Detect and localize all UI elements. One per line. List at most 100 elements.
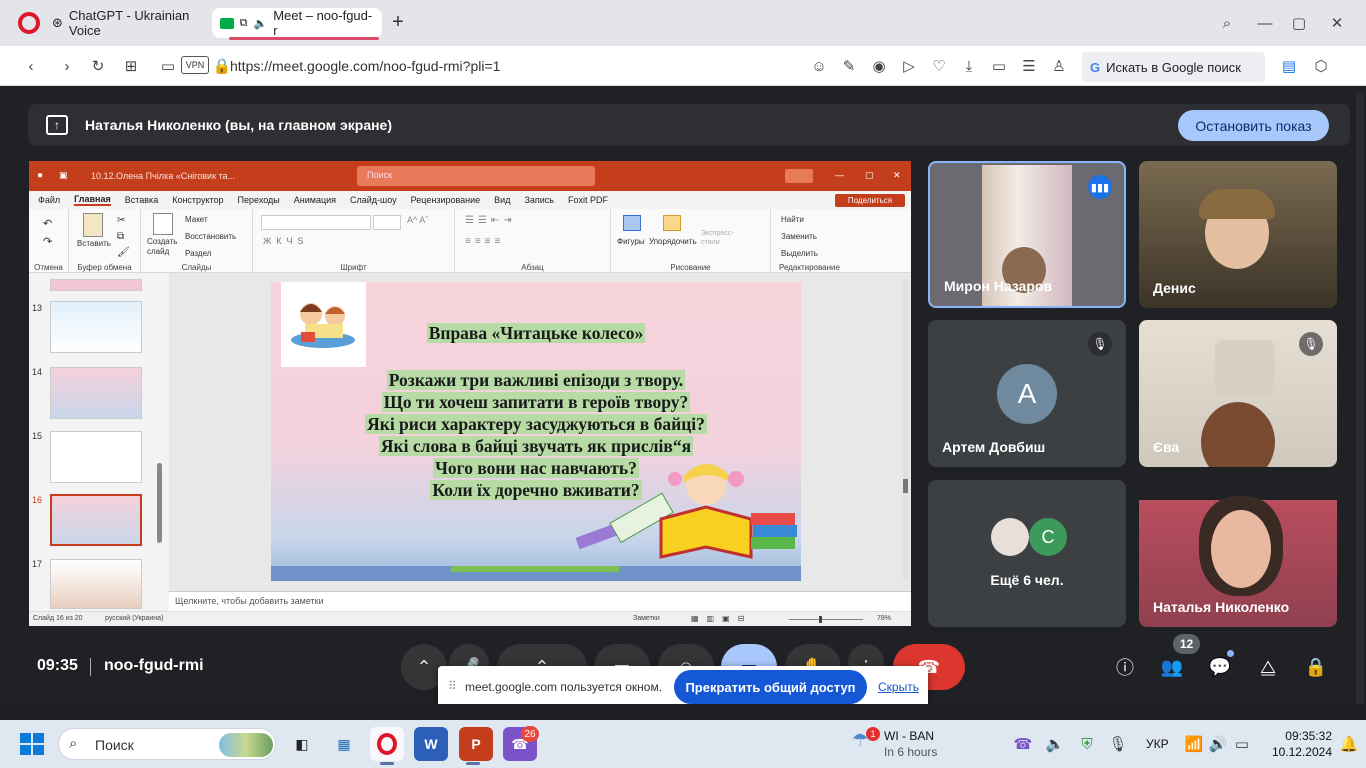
- task-view-icon[interactable]: ◧: [285, 727, 319, 761]
- slide-16[interactable]: Вправа «Читацьке колесо» Розкажи три важ…: [271, 282, 801, 581]
- ms-store-icon[interactable]: ▦: [327, 727, 361, 761]
- url-field[interactable]: https://meet.google.com/noo-fgud-rmi?pli…: [230, 54, 610, 78]
- minimize-icon[interactable]: —: [1254, 12, 1276, 34]
- weather-title[interactable]: WI - BAN: [884, 729, 934, 743]
- google-search-box[interactable]: G Искать в Google поиск: [1082, 52, 1265, 82]
- menu-animation[interactable]: Анимация: [294, 195, 336, 205]
- express-label[interactable]: Экспресс-стили: [701, 229, 735, 247]
- thumb-15[interactable]: [50, 431, 142, 483]
- chat-icon[interactable]: 💬: [1209, 656, 1231, 678]
- ppt-save-icon[interactable]: ▣: [59, 170, 68, 181]
- font-size-field[interactable]: [373, 215, 401, 230]
- heart-icon[interactable]: ♡: [928, 55, 950, 77]
- reload-icon[interactable]: ↻: [87, 55, 109, 77]
- menu-foxit[interactable]: Foxit PDF: [568, 195, 608, 205]
- paste-label[interactable]: Вставить: [77, 239, 111, 248]
- menu-design[interactable]: Конструктор: [172, 195, 223, 205]
- ppt-maximize-icon[interactable]: ▢: [865, 170, 874, 181]
- snapshot-icon[interactable]: ◉: [868, 55, 890, 77]
- word-icon[interactable]: W: [414, 727, 448, 761]
- redo-icon[interactable]: ↷: [43, 235, 52, 248]
- tab-chatgpt[interactable]: ⊛ ChatGPT - Ukrainian Voice: [44, 8, 210, 38]
- ppt-autosave-icon[interactable]: ●: [37, 170, 43, 181]
- opera-logo-icon[interactable]: [18, 12, 40, 34]
- player-icon[interactable]: ▷: [898, 55, 920, 77]
- zoom-slider[interactable]: [789, 619, 863, 620]
- thumb-16-selected[interactable]: [50, 494, 142, 546]
- vpn-badge[interactable]: VPN: [181, 56, 209, 74]
- font-name-field[interactable]: [261, 215, 371, 230]
- tile-artem[interactable]: 🎙 A Артем Довбиш: [928, 320, 1126, 467]
- thumb-14[interactable]: [50, 367, 142, 419]
- find-button[interactable]: Найти: [781, 215, 804, 224]
- ppt-share-button[interactable]: Поделиться: [835, 194, 905, 207]
- undo-icon[interactable]: ↶: [43, 217, 52, 230]
- tray-language[interactable]: УКР: [1146, 737, 1169, 751]
- shapes-label[interactable]: Фигуры: [617, 237, 645, 246]
- edit-icon[interactable]: ✎: [838, 55, 860, 77]
- menu-review[interactable]: Рецензирование: [411, 195, 481, 205]
- download-icon[interactable]: ⤓: [958, 55, 980, 77]
- thumbs-scrollbar[interactable]: [157, 463, 162, 543]
- meeting-info-icon[interactable]: ⓘ: [1114, 656, 1136, 678]
- section-button[interactable]: Раздел: [185, 249, 211, 258]
- font-style-buttons[interactable]: ЖКЧS: [263, 236, 309, 246]
- menu-home[interactable]: Главная: [74, 194, 111, 206]
- stop-presenting-button[interactable]: Остановить показ: [1178, 110, 1329, 141]
- arrange-label[interactable]: Упорядочить: [649, 237, 697, 246]
- powerpoint-icon[interactable]: P: [459, 727, 493, 761]
- close-window-icon[interactable]: ✕: [1326, 12, 1348, 34]
- tile-yeva[interactable]: 🎙 Єва: [1139, 320, 1337, 467]
- tray-viber-icon[interactable]: ☎: [1012, 733, 1034, 755]
- tray-wifi-icon[interactable]: 📶: [1183, 733, 1205, 755]
- status-notes-button[interactable]: Заметки: [633, 615, 660, 622]
- tile-more[interactable]: C Ещё 6 чел.: [928, 480, 1126, 627]
- copy-icon[interactable]: ⧉: [117, 231, 124, 242]
- battery-icon[interactable]: ▭: [988, 55, 1010, 77]
- tray-speaker-icon[interactable]: 🔈: [1044, 733, 1066, 755]
- account-icon[interactable]: ♙: [1048, 55, 1070, 77]
- format-painter-icon[interactable]: 🖌: [117, 247, 130, 258]
- tray-mic-icon[interactable]: 🎙: [1107, 733, 1129, 755]
- new-slide-icon[interactable]: [153, 213, 173, 235]
- clock-date[interactable]: 10.12.2024: [1262, 745, 1332, 759]
- slide-scrollbar-track[interactable]: [903, 279, 908, 579]
- menu-file[interactable]: Файл: [38, 195, 60, 205]
- clock-time[interactable]: 09:35:32: [1272, 729, 1332, 743]
- tile-myron[interactable]: ▮▮▮ Мирон Назаров: [928, 161, 1126, 308]
- taskbar-search[interactable]: ⌕ Поиск: [58, 728, 276, 760]
- replace-button[interactable]: Заменить: [781, 232, 817, 241]
- new-slide-label[interactable]: Создать слайд: [147, 237, 179, 257]
- list-icons[interactable]: ☰☰⇤⇥: [465, 215, 516, 226]
- thumb-12-partial[interactable]: [50, 279, 142, 291]
- paste-icon[interactable]: [83, 213, 103, 237]
- maximize-icon[interactable]: ▢: [1288, 12, 1310, 34]
- ppt-account-button[interactable]: [785, 169, 813, 183]
- tile-denys[interactable]: Денис: [1139, 161, 1337, 308]
- notifications-icon[interactable]: 🔔: [1338, 733, 1360, 755]
- back-icon[interactable]: ‹: [20, 55, 42, 77]
- layout-button[interactable]: Макет: [185, 215, 208, 224]
- menu-view[interactable]: Вид: [494, 195, 510, 205]
- cut-icon[interactable]: ✂: [117, 215, 125, 226]
- page-scrollbar[interactable]: [1356, 92, 1364, 712]
- tab-audio-icon[interactable]: 🔈: [254, 17, 268, 30]
- tray-volume-icon[interactable]: 🔊: [1207, 733, 1229, 755]
- ppt-close-icon[interactable]: ✕: [893, 170, 901, 181]
- zoom-level[interactable]: 78%: [877, 615, 891, 622]
- sidebar-icon[interactable]: ▤: [1278, 55, 1300, 77]
- tab-meet[interactable]: ⧉ 🔈 Meet – noo-fgud-r: [212, 8, 382, 38]
- windows-start-icon[interactable]: [20, 733, 44, 755]
- align-icons[interactable]: ≡≡≡≡: [465, 236, 504, 247]
- menu-insert[interactable]: Вставка: [125, 195, 158, 205]
- tray-shield-icon[interactable]: ⛨: [1076, 733, 1098, 755]
- notes-pane[interactable]: Щелкните, чтобы добавить заметки: [169, 591, 911, 611]
- stop-sharing-button[interactable]: Прекратить общий доступ: [674, 670, 867, 704]
- speed-dial-icon[interactable]: ⊞: [120, 55, 142, 77]
- menu-transitions[interactable]: Переходы: [238, 195, 280, 205]
- arrange-icon[interactable]: [663, 215, 681, 231]
- host-controls-icon[interactable]: 🔒: [1305, 656, 1327, 678]
- ppt-search-box[interactable]: Поиск: [357, 166, 595, 186]
- people-icon[interactable]: 👥: [1161, 656, 1183, 678]
- forward-icon[interactable]: ›: [56, 55, 78, 77]
